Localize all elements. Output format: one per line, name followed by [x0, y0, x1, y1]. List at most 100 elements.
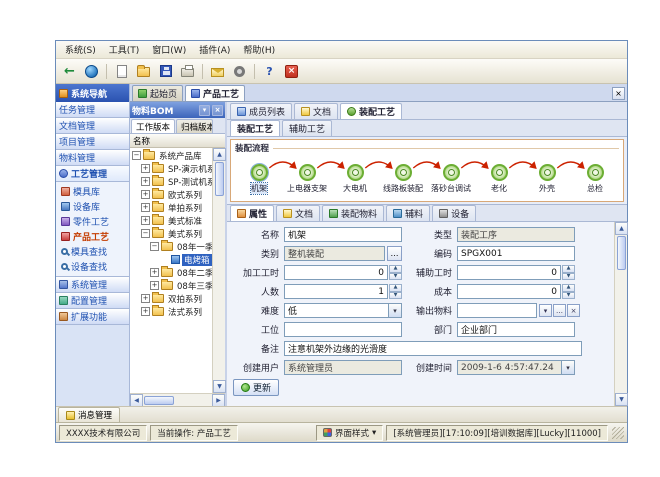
work-hours-stepper[interactable]: ▲▼: [389, 265, 402, 280]
collapse-icon[interactable]: −: [150, 242, 159, 251]
expand-icon[interactable]: +: [141, 164, 150, 173]
nav-item-part-process[interactable]: 零件工艺: [56, 214, 129, 229]
difficulty-dropdown-button[interactable]: ▾: [388, 303, 402, 318]
spin-down-icon[interactable]: ▼: [389, 273, 402, 281]
tab-properties[interactable]: 属性: [230, 205, 274, 221]
scroll-track[interactable]: [213, 197, 225, 380]
scrollbar-thumb[interactable]: [144, 396, 174, 405]
help-button[interactable]: ?: [259, 61, 280, 81]
cost-stepper[interactable]: ▲▼: [562, 284, 575, 299]
message-management-tab[interactable]: 消息管理: [58, 407, 120, 422]
process-node-icon[interactable]: [347, 164, 364, 181]
aux-hours-stepper[interactable]: ▲▼: [562, 265, 575, 280]
tree-row[interactable]: +单拍系列: [130, 201, 212, 214]
ui-style-cell[interactable]: 界面样式 ▾: [316, 425, 383, 441]
menu-system[interactable]: 系统(S): [59, 42, 102, 57]
tab-equipment[interactable]: 设备: [432, 205, 476, 221]
open-button[interactable]: [133, 61, 154, 81]
nav-item-product-process[interactable]: 产品工艺: [56, 229, 129, 244]
department-input[interactable]: [457, 322, 575, 337]
scroll-track[interactable]: [615, 271, 627, 393]
output-dropdown-button[interactable]: ▾: [539, 304, 552, 317]
process-node-icon[interactable]: [395, 164, 412, 181]
tab-product-process[interactable]: 产品工艺: [185, 85, 245, 101]
nav-group-task[interactable]: 任务管理: [56, 102, 129, 118]
update-button[interactable]: 更新: [233, 379, 279, 396]
nav-item-mold-lib[interactable]: 模具库: [56, 184, 129, 199]
tab-archived-version[interactable]: 归档版本: [176, 119, 213, 133]
category-browse-button[interactable]: …: [387, 246, 402, 261]
flow-node-5[interactable]: 落砂台调试: [427, 154, 475, 200]
spin-up-icon[interactable]: ▲: [389, 265, 402, 273]
process-node-icon[interactable]: [539, 164, 556, 181]
process-node-icon[interactable]: [443, 164, 460, 181]
tree-row[interactable]: +08年三季度: [130, 279, 212, 292]
spin-up-icon[interactable]: ▲: [562, 265, 575, 273]
difficulty-select[interactable]: [284, 303, 388, 318]
flow-node-1[interactable]: 机架: [235, 154, 283, 200]
scroll-up-button[interactable]: ▲: [615, 222, 628, 235]
nav-group-craft[interactable]: 工艺管理: [56, 166, 129, 182]
nav-item-device-search[interactable]: 设备查找: [56, 259, 129, 274]
flow-node-2[interactable]: 上电器支架: [283, 154, 331, 200]
tree-row[interactable]: +08年二季度: [130, 266, 212, 279]
people-stepper[interactable]: ▲▼: [389, 284, 402, 299]
name-input[interactable]: [284, 227, 402, 242]
tab-detail-documents[interactable]: 文档: [276, 205, 320, 221]
code-input[interactable]: [457, 246, 575, 261]
flow-node-4[interactable]: 线路板装配: [379, 154, 427, 200]
tree-row[interactable]: +法式系列: [130, 305, 212, 318]
flow-node-6[interactable]: 老化: [475, 154, 523, 200]
spin-down-icon[interactable]: ▼: [562, 292, 575, 300]
tab-start-page[interactable]: 起始页: [132, 85, 183, 101]
menu-tools[interactable]: 工具(T): [103, 42, 146, 57]
tree-row[interactable]: −系统产品库: [130, 149, 212, 162]
process-node-icon[interactable]: [299, 164, 316, 181]
subtab-auxiliary-process[interactable]: 辅助工艺: [282, 120, 332, 136]
panel-close-button[interactable]: ×: [212, 105, 223, 116]
expand-icon[interactable]: +: [141, 216, 150, 225]
creator-input[interactable]: [284, 360, 402, 375]
type-input[interactable]: [457, 227, 575, 242]
tree-row[interactable]: +双拍系列: [130, 292, 212, 305]
tab-working-version[interactable]: 工作版本: [131, 119, 175, 133]
menu-help[interactable]: 帮助(H): [237, 42, 281, 57]
output-material-input[interactable]: [457, 303, 537, 318]
subtab-assembly-process[interactable]: 装配工艺: [230, 120, 280, 136]
collapse-icon[interactable]: −: [141, 229, 150, 238]
resize-grip[interactable]: [612, 427, 624, 439]
output-clear-button[interactable]: ×: [567, 304, 580, 317]
tree-row-selected[interactable]: 电烤箱: [130, 253, 212, 266]
scroll-up-button[interactable]: ▲: [213, 148, 226, 161]
tree-row[interactable]: +SP-演示机系列: [130, 162, 212, 175]
create-time-dropdown-button[interactable]: ▾: [561, 360, 575, 375]
process-node-icon[interactable]: [491, 164, 508, 181]
scrollbar-thumb[interactable]: [617, 236, 626, 270]
expand-icon[interactable]: +: [141, 203, 150, 212]
collapse-icon[interactable]: −: [132, 151, 141, 160]
scroll-left-button[interactable]: ◀: [130, 394, 143, 407]
flow-node-8[interactable]: 总检: [571, 154, 619, 200]
form-vertical-scrollbar[interactable]: ▲ ▼: [614, 222, 627, 406]
tab-assembly-process[interactable]: 装配工艺: [340, 103, 402, 119]
tab-member-list[interactable]: 成员列表: [230, 103, 292, 119]
expand-icon[interactable]: +: [141, 294, 150, 303]
nav-group-system[interactable]: 系统管理: [56, 277, 129, 293]
process-node-icon[interactable]: [251, 164, 268, 181]
expand-icon[interactable]: +: [150, 281, 159, 290]
nav-group-project[interactable]: 项目管理: [56, 134, 129, 150]
tab-auxiliary-materials[interactable]: 辅料: [386, 205, 430, 221]
scroll-down-button[interactable]: ▼: [615, 393, 628, 406]
nav-item-device-lib[interactable]: 设备库: [56, 199, 129, 214]
flow-node-3[interactable]: 大电机: [331, 154, 379, 200]
nav-item-mold-search[interactable]: 模具查找: [56, 244, 129, 259]
create-time-input[interactable]: [457, 360, 561, 375]
remark-input[interactable]: [284, 341, 582, 356]
panel-collapse-button[interactable]: ▾: [199, 105, 210, 116]
tree-row[interactable]: −美式系列: [130, 227, 212, 240]
tab-assembly-materials[interactable]: 装配物料: [322, 205, 384, 221]
spin-down-icon[interactable]: ▼: [562, 273, 575, 281]
tree-column-header[interactable]: 名称: [130, 134, 225, 148]
station-input[interactable]: [284, 322, 402, 337]
save-button[interactable]: [155, 61, 176, 81]
